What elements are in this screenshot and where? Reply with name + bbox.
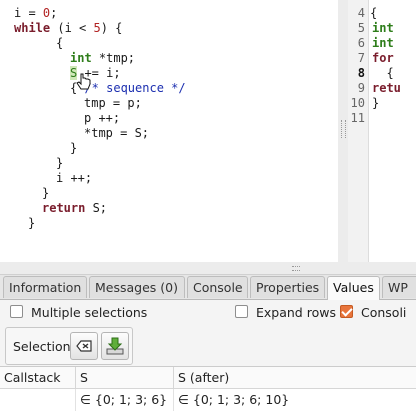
code-token: /* sequence */ [84,81,186,95]
table-cell-s[interactable]: ∈ {0; 1; 3; 6} [76,389,174,411]
selection-box: Selection [5,327,133,365]
code-line[interactable]: } [372,96,379,111]
multiple-selections-label: Multiple selections [31,305,148,320]
tab-information[interactable]: Information [3,276,87,298]
code-token: ) { [100,21,123,35]
code-token: ; [50,6,58,20]
code-token: } [70,141,78,155]
code-token: { [370,6,378,20]
multiple-selections-checkbox[interactable] [10,305,23,318]
consolidated-label: Consoli [361,305,407,320]
line-number: 6 [357,36,365,50]
line-number: 11 [350,111,365,125]
code-token: return [42,201,86,215]
splitter-grip-icon [292,266,300,271]
code-token: while [14,21,51,35]
code-line[interactable]: while (i < 5) { [14,21,122,36]
code-token: int [70,51,92,65]
code-line[interactable]: { [370,6,377,21]
tab-messages[interactable]: Messages (0) [89,276,185,298]
table-cell-callstack[interactable] [0,389,76,411]
code-token: retu [372,81,401,95]
clear-selection-button[interactable] [70,332,98,360]
code-line[interactable]: *tmp = S; [84,126,149,141]
tab-console[interactable]: Console [187,276,248,298]
tab-wp[interactable]: WP [382,276,416,298]
code-token: } [28,216,36,230]
code-line[interactable]: } [56,156,63,171]
code-line[interactable]: } [42,186,49,201]
code-line[interactable]: } [28,216,35,231]
code-token: (i < [50,21,94,35]
column-header-s[interactable]: S [76,367,174,389]
line-number: 10 [350,96,365,110]
values-options-row: Multiple selections Expand rows Consoli [0,300,416,326]
code-token: { [372,66,394,80]
code-line[interactable]: int *tmp; [70,51,135,66]
code-line[interactable]: p ++; [84,111,120,126]
download-tray-icon [106,337,124,355]
code-line[interactable]: return S; [42,201,107,216]
code-token: int [372,21,394,35]
code-token: } [56,156,64,170]
code-token: i = [14,6,43,20]
clear-selection-icon [76,340,92,352]
code-line[interactable]: i = 0; [14,6,57,21]
code-line[interactable]: int [372,21,394,36]
code-token: for [372,51,394,65]
line-number: 5 [357,21,365,35]
code-token: { [56,36,64,50]
code-token: S; [85,201,108,215]
tab-values[interactable]: Values [327,276,380,300]
code-token: *tmp; [91,51,136,65]
line-number-gutter: 4 5 6 7 8 9 10 11 [348,0,369,262]
hand-cursor-icon [76,73,91,90]
column-header-callstack[interactable]: Callstack [0,367,76,389]
line-number: 7 [357,51,365,65]
code-line[interactable]: for [372,51,394,66]
code-token: int [372,36,394,50]
code-line[interactable]: retu [372,81,401,96]
code-line[interactable]: int [372,36,394,51]
tab-properties[interactable]: Properties [250,276,325,298]
splitter-grip-icon [341,120,346,138]
code-line[interactable]: { [372,66,394,81]
code-line[interactable]: { [56,36,63,51]
expand-rows-checkbox[interactable] [235,305,248,318]
code-line[interactable]: } [70,141,77,156]
line-number: 4 [357,6,365,20]
vertical-splitter[interactable] [338,0,348,262]
code-token: 5 [93,21,101,35]
values-table: Callstack S S (after) ∈ {0; 1; 3; 6} ∈ {… [0,366,416,417]
selection-label: Selection [13,339,71,354]
line-number: 8 [357,66,365,80]
code-token: tmp = p; [84,96,142,110]
code-line[interactable]: i ++; [56,171,92,186]
consolidated-checkbox[interactable] [340,305,353,318]
code-token: i ++; [56,171,93,185]
horizontal-splitter[interactable] [0,262,416,275]
line-number: 9 [357,81,365,95]
code-line[interactable]: tmp = p; [84,96,142,111]
source-code-pane[interactable]: i = 0; while (i < 5) {{int *tmp; S += i;{ … [0,0,339,262]
selection-toolbar: Selection [5,327,416,365]
pin-selection-button[interactable] [101,332,129,360]
code-token: } [42,186,50,200]
table-cell-s-after[interactable]: ∈ {0; 1; 3; 6; 10} [174,389,416,411]
code-token: *tmp = S; [84,126,150,140]
expand-rows-label: Expand rows [256,305,336,320]
column-header-s-after[interactable]: S (after) [174,367,416,389]
secondary-code-pane[interactable]: 4 5 6 7 8 9 10 11 {int int for {retu} [348,0,416,262]
code-token: p ++; [84,111,121,125]
code-token: } [372,96,380,110]
panel-tab-bar: Information Messages (0) Console Propert… [0,275,416,300]
